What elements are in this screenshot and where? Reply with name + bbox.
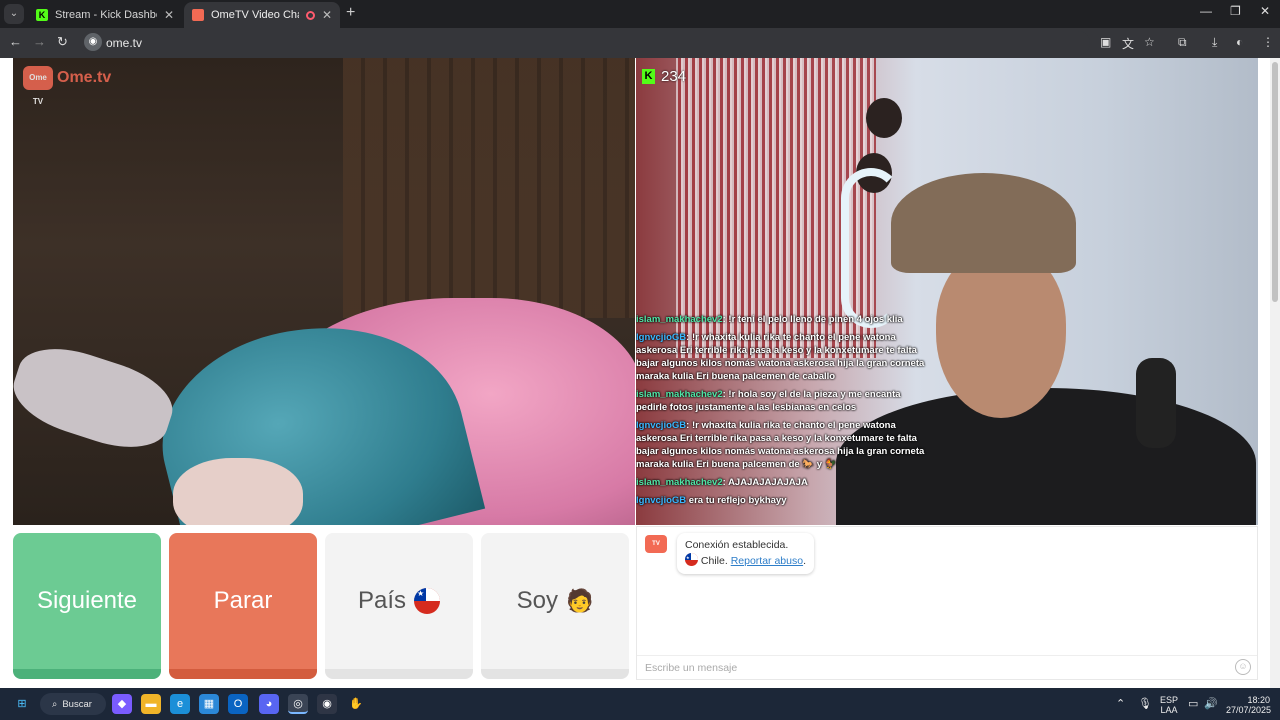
url-text[interactable]: ome.tv (106, 36, 142, 50)
chat-username: islam_makhachev2 (636, 477, 723, 488)
maximize-button[interactable]: ❐ (1230, 4, 1241, 18)
message-input[interactable]: Escribe un mensaje ☺ (637, 655, 1257, 679)
chile-flag-icon: ★ (685, 553, 698, 566)
boy-icon: 🧑 (565, 588, 594, 613)
reload-button[interactable]: ↻ (57, 34, 68, 50)
cast-icon[interactable]: ▣ (1100, 35, 1111, 49)
ometv-icon (192, 9, 204, 21)
chat-username: lgnvcjioGB (636, 332, 687, 343)
partner-camera-video: K 234 islam_makhachev2: !r teni el pelo … (636, 58, 1258, 525)
language-code: ESP (1160, 695, 1179, 705)
chat-message: islam_makhachev2: AJAJAJAJAJAJA (636, 476, 926, 489)
chat-text: era tu reflejo bykhayy (686, 495, 787, 506)
chat-username: islam_makhachev2 (636, 389, 723, 400)
country-button-label: País (357, 587, 407, 614)
clock[interactable]: 18:20 27/07/2025 (1226, 695, 1272, 715)
emoji-icon[interactable]: ☺ (1235, 659, 1251, 675)
chile-flag-icon: ★ (414, 588, 441, 614)
chat-message: islam_makhachev2: !r hola soy el de la p… (636, 388, 926, 414)
chat-message: lgnvcjioGB: !r whaxita kulia rika te cha… (636, 419, 926, 471)
chat-message: islam_makhachev2: !r teni el pelo lleno … (636, 313, 926, 326)
download-icon[interactable]: ⤓ (1212, 35, 1217, 50)
kick-icon: K (36, 9, 48, 21)
clock-date: 27/07/2025 (1226, 705, 1272, 715)
search-icon: ⌕ (52, 698, 58, 710)
volume-icon[interactable]: 🔊 (1204, 697, 1218, 710)
store-icon[interactable]: ▦ (199, 694, 219, 714)
viewer-count: K 234 (642, 68, 686, 85)
outlook-icon[interactable]: O (228, 694, 248, 714)
obs-icon[interactable]: ◉ (317, 694, 337, 714)
tab-label: OmeTV Video Chat — Ome (211, 9, 299, 21)
browser-tabstrip: ⌄ K Stream - Kick Dashboard ✕ OmeTV Vide… (0, 0, 1280, 28)
ometv-logo: Ome TV Ome.tv (23, 66, 112, 106)
discord-icon[interactable]: ◕ (259, 694, 279, 714)
chat-message: lgnvcjioGB era tu reflejo bykhayy (636, 494, 926, 507)
gender-button-label: Soy (516, 587, 558, 614)
site-info-icon[interactable]: ◉ (84, 33, 102, 51)
address-bar[interactable] (80, 31, 1090, 55)
microphone-icon[interactable]: 🎙 (1138, 697, 1152, 710)
message-input-placeholder: Escribe un mensaje (645, 662, 738, 674)
clock-time: 18:20 (1247, 695, 1270, 705)
extensions-icon[interactable]: ⧉ (1178, 35, 1187, 50)
new-tab-button[interactable]: + (346, 4, 355, 22)
next-button[interactable]: Siguiente (13, 533, 161, 679)
tray-chevron-icon[interactable]: ⌃ (1116, 697, 1125, 710)
chrome-icon[interactable]: ◎ (288, 694, 308, 714)
tab-close-icon[interactable]: ✕ (322, 8, 332, 22)
tab-close-icon[interactable]: ✕ (164, 8, 174, 22)
stop-button[interactable]: Parar (169, 533, 317, 679)
network-icon[interactable]: ▭ (1188, 697, 1198, 710)
tab-kick-dashboard[interactable]: K Stream - Kick Dashboard ✕ (28, 2, 182, 28)
keyboard-language[interactable]: ESP LAA (1160, 695, 1178, 715)
tab-label: Stream - Kick Dashboard (55, 9, 157, 21)
connection-status: Conexión establecida. (685, 539, 789, 551)
system-message: Conexión establecida. ★ Chile. Reportar … (677, 533, 815, 574)
viewer-count-value: 234 (661, 68, 687, 85)
stream-chat-overlay: islam_makhachev2: !r teni el pelo lleno … (636, 313, 926, 512)
partner-country: Chile. (700, 555, 728, 567)
bookmark-star-icon[interactable]: ☆ (1144, 35, 1155, 49)
text-chat-panel: TV Conexión establecida. ★ Chile. Report… (636, 526, 1258, 680)
stop-button-label: Parar (213, 587, 273, 614)
chat-text: : AJAJAJAJAJAJA (722, 477, 808, 488)
gender-button[interactable]: Soy 🧑 (481, 533, 629, 679)
chat-message: lgnvcjioGB: !r whaxita kulia rika te cha… (636, 331, 926, 383)
chat-username: lgnvcjioGB (636, 495, 687, 506)
ometv-page: Ome TV Ome.tv K 234 islam_makhachev2: !r… (0, 58, 1280, 688)
kick-icon: K (642, 69, 655, 84)
translate-icon[interactable]: 文 (1122, 35, 1134, 52)
report-abuse-link[interactable]: Reportar abuso (731, 555, 803, 567)
edge-icon[interactable]: e (170, 694, 190, 714)
close-window-button[interactable]: ✕ (1260, 4, 1270, 18)
profile-avatar[interactable]: ◐ (1236, 35, 1243, 49)
windows-taskbar: ⊞ ⌕ Buscar ◆ ▬ e ▦ O ◕ ◎ ◉ ✋ ⌃ 🎙 ESP LAA… (0, 688, 1280, 720)
app-icon[interactable]: ✋ (346, 694, 366, 714)
tab-search-button[interactable]: ⌄ (4, 4, 24, 24)
minimize-button[interactable]: — (1200, 4, 1212, 18)
tab-ometv[interactable]: OmeTV Video Chat — Ome ✕ (184, 2, 340, 28)
ometv-chat-logo-icon: TV (645, 535, 667, 553)
chat-text: : !r teni el pelo lleno de pinen 4 ojos … (722, 314, 903, 325)
page-scrollbar[interactable] (1270, 58, 1280, 688)
taskbar-search[interactable]: ⌕ Buscar (40, 693, 106, 715)
file-explorer-icon[interactable]: ▬ (141, 694, 161, 714)
next-button-label: Siguiente (36, 587, 138, 614)
local-camera-video: Ome TV Ome.tv (13, 58, 635, 525)
browser-toolbar: ← → ↻ ◉ ome.tv ▣ 文 ☆ ⧉ ⤓ ◐ ⋮ (0, 28, 1280, 58)
back-button[interactable]: ← (9, 34, 22, 49)
chat-username: islam_makhachev2 (636, 314, 723, 325)
recording-icon (305, 10, 315, 20)
windows-start-icon[interactable]: ⊞ (12, 694, 32, 714)
copilot-icon[interactable]: ◆ (112, 694, 132, 714)
country-button[interactable]: País ★ (325, 533, 473, 679)
layout-code: LAA (1160, 705, 1178, 715)
ometv-badge: Ome TV (23, 66, 53, 106)
menu-icon[interactable]: ⋮ (1262, 35, 1274, 49)
ometv-logo-text: Ome.tv (57, 69, 112, 86)
taskbar-search-label: Buscar (62, 698, 92, 710)
forward-button[interactable]: → (33, 34, 46, 49)
chat-username: lgnvcjioGB (636, 420, 687, 431)
